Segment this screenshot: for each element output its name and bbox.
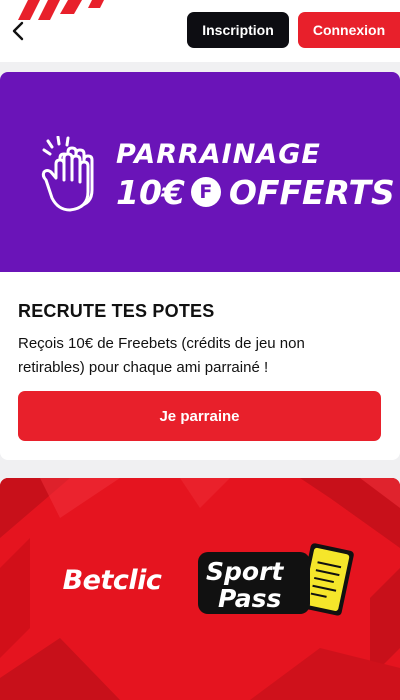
banner-headline: PARRAINAGE xyxy=(116,139,321,170)
promo-description: Reçois 10€ de Freebets (crédits de jeu n… xyxy=(18,335,305,376)
banner-offered-label: OFFERTS xyxy=(228,172,395,212)
refer-friend-button[interactable]: Je parraine xyxy=(18,391,381,441)
back-button[interactable] xyxy=(4,16,32,46)
sport-pass-line2: Pass xyxy=(218,584,281,613)
chevron-left-icon xyxy=(12,21,24,41)
freebet-coin-icon: F xyxy=(190,177,221,207)
promo-title: RECRUTE TES POTES xyxy=(18,301,215,321)
sport-pass-card[interactable]: Betclic Sport Pass xyxy=(0,478,400,700)
app-header: Inscription Connexion xyxy=(0,0,400,62)
high-five-hands-icon xyxy=(41,136,94,212)
referral-banner[interactable]: PARRAINAGE 10€ F OFFERTS xyxy=(0,72,400,272)
referral-promo-card: PARRAINAGE 10€ F OFFERTS RECRUTE TES POT… xyxy=(0,72,400,460)
page: Inscription Connexion PARRAINAGE 10€ F O… xyxy=(0,0,400,700)
login-button[interactable]: Connexion xyxy=(298,12,400,48)
sport-pass-line1: Sport xyxy=(206,557,284,586)
betclic-logo: Betclic xyxy=(41,557,183,603)
signup-button[interactable]: Inscription xyxy=(187,12,289,48)
banner-amount: 10€ xyxy=(116,172,185,212)
banner-offer: 10€ F OFFERTS xyxy=(116,172,395,212)
sport-pass-logo: Sport Pass xyxy=(198,543,354,616)
betclic-logo-text: Betclic xyxy=(62,564,162,596)
